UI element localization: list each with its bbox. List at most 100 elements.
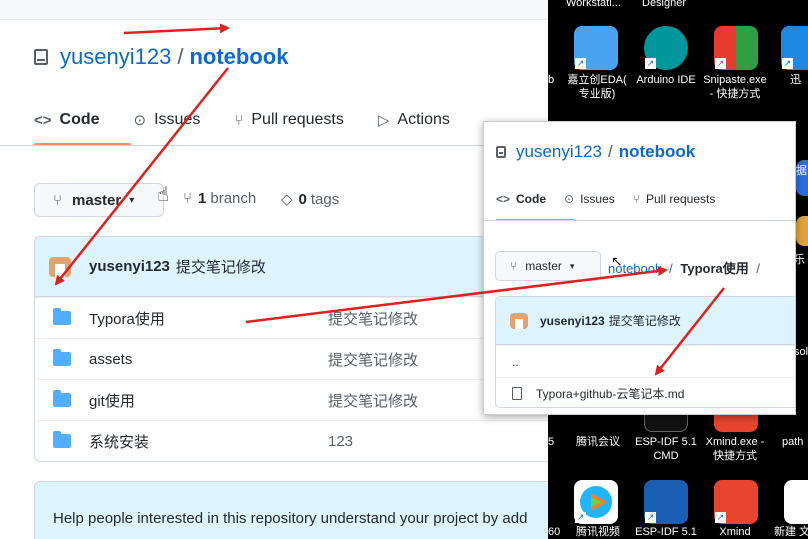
issues-icon: ⊙ — [564, 192, 575, 206]
code-icon: <> — [34, 111, 52, 129]
file-commit-message[interactable]: 提交笔记修改 — [328, 349, 418, 370]
repo-name-link[interactable]: notebook — [189, 44, 288, 70]
tab-issues-label: Issues — [154, 111, 201, 128]
repo-owner-link[interactable]: yusenyi123 — [60, 44, 171, 70]
tab-code[interactable]: <> Code — [34, 111, 100, 129]
tab-code-label: Code — [516, 192, 547, 206]
tab-actions-label: Actions — [397, 111, 450, 128]
tab-code[interactable]: <> Code — [496, 192, 546, 206]
desktop-label: Designer — [642, 0, 687, 9]
xmind-icon[interactable]: ↗ — [714, 480, 758, 524]
hand-cursor-icon: ☝ — [157, 184, 170, 206]
inset-repo-title: yusenyi123 / notebook — [496, 142, 695, 162]
branch-select-button[interactable]: ⑂ master ▾ — [495, 251, 601, 281]
latest-commit-bar: yusenyi123 提交笔记修改 — [35, 237, 560, 297]
desktop-icon-label: 腾讯视频 — [576, 526, 620, 538]
tags-link[interactable]: ◇ 0 tags — [281, 190, 340, 209]
repo-title-separator: / — [608, 142, 613, 161]
desktop-label: Workstati... — [566, 0, 621, 9]
tab-pull-requests[interactable]: ⑂ Pull requests — [234, 111, 344, 129]
inset-file-browser: yusenyi123 提交笔记修改 .. Typora+github-云笔记本.… — [495, 296, 795, 408]
branches-link[interactable]: ⑂ 1 branch — [183, 190, 256, 207]
snipaste-icon[interactable]: ↗ — [714, 26, 758, 70]
latest-commit-bar: yusenyi123 提交笔记修改 — [496, 297, 795, 345]
arduino-ide-icon[interactable]: ↗ — [644, 26, 688, 70]
tab-actions[interactable]: ▷ Actions — [378, 111, 450, 129]
file-icon — [512, 387, 522, 400]
tab-issues[interactable]: ⊙ Issues — [564, 192, 615, 206]
file-name[interactable]: 系统安装 — [89, 431, 328, 452]
breadcrumb: notebook / Typora使用 / — [608, 258, 764, 277]
jlc-eda-icon[interactable]: ↗ — [574, 26, 618, 70]
repo-icon — [34, 49, 48, 65]
commit-author[interactable]: yusenyi123 — [89, 258, 170, 275]
desktop-label-fragment: sol — [794, 346, 808, 358]
branch-icon: ⑂ — [183, 190, 193, 207]
tab-issues[interactable]: ⊙ Issues — [134, 111, 201, 129]
github-repo-page: yusenyi123 / notebook <> Code ⊙ Issues ⑂… — [0, 0, 560, 539]
file-browser: yusenyi123 提交笔记修改 Typora使用 提交笔记修改 assets… — [34, 236, 560, 462]
folder-icon — [53, 349, 71, 366]
readme-prompt-text: Help people interested in this repositor… — [53, 510, 528, 527]
repo-icon — [496, 146, 506, 158]
inset-repo-window: yusenyi123 / notebook <> Code ⊙ Issues ⑂… — [483, 121, 796, 415]
desktop-label-fragment: 乐 — [794, 254, 805, 266]
commit-message[interactable]: 提交笔记修改 — [176, 256, 266, 277]
esp-idf-icon[interactable]: ↗ — [644, 480, 688, 524]
parent-directory-row[interactable]: .. — [496, 345, 795, 377]
tencent-video-icon[interactable]: ↗ — [574, 480, 618, 524]
avatar[interactable] — [510, 312, 528, 329]
browser-top-strip — [0, 0, 560, 20]
file-name[interactable]: assets — [89, 351, 328, 368]
branch-icon: ⑂ — [510, 259, 518, 273]
parent-directory-link[interactable]: .. — [512, 355, 519, 369]
file-row[interactable]: Typora+github-云笔记本.md — [496, 377, 795, 407]
file-row[interactable]: git使用 提交笔记修改 — [35, 379, 560, 420]
file-commit-message[interactable]: 123 — [328, 433, 353, 450]
tag-count-label: tags — [310, 190, 340, 208]
commit-author[interactable]: yusenyi123 — [540, 314, 605, 328]
issues-icon: ⊙ — [133, 112, 147, 129]
desktop-icon-label: Xmind.exe - 快捷方式 — [705, 436, 765, 462]
repo-name-link[interactable]: notebook — [619, 142, 696, 162]
branch-select-button[interactable]: ⑂ master ▾ — [34, 183, 164, 217]
desktop-icon-label: ESP-IDF 5.1 — [635, 526, 697, 538]
desktop-icon-label: Xmind — [719, 526, 751, 538]
chevron-down-icon: ▾ — [569, 260, 575, 271]
desktop-icon-label: 迅 — [790, 74, 801, 86]
file-row[interactable]: Typora使用 提交笔记修改 — [35, 297, 560, 338]
play-icon: ▷ — [377, 112, 390, 129]
avatar[interactable] — [49, 256, 71, 277]
repo-title-separator: / — [177, 44, 184, 69]
tabs-divider — [0, 145, 560, 146]
file-row[interactable]: 系统安装 123 — [35, 420, 560, 461]
readme-prompt-box: Help people interested in this repositor… — [34, 481, 560, 539]
desktop-label-fragment: 据 — [796, 165, 807, 177]
branch-name: master — [72, 191, 122, 209]
commit-message[interactable]: 提交笔记修改 — [609, 312, 681, 329]
file-name[interactable]: Typora使用 — [89, 308, 328, 329]
file-name[interactable]: Typora+github-云笔记本.md — [536, 385, 684, 402]
file-name[interactable]: git使用 — [89, 390, 328, 411]
file-commit-message[interactable]: 提交笔记修改 — [328, 390, 418, 411]
desktop-icon-label: path — [782, 436, 804, 448]
branch-icon: ⑂ — [53, 191, 63, 209]
desktop-label-fragment: 5 — [548, 436, 555, 448]
file-row[interactable]: assets 提交笔记修改 — [35, 338, 560, 379]
desktop-icon-label: Snipaste.exe - 快捷方式 — [703, 74, 767, 100]
chevron-down-icon: ▾ — [129, 194, 135, 206]
thunder-icon[interactable]: ↗ — [781, 26, 808, 70]
new-file-icon[interactable] — [784, 480, 808, 524]
file-commit-message[interactable]: 提交笔记修改 — [328, 308, 418, 329]
repo-tabs: <> Code ⊙ Issues ⑂ Pull requests ▷ Actio… — [34, 106, 484, 134]
repo-title: yusenyi123 / notebook — [34, 44, 288, 70]
desktop-icon-label: 嘉立创EDA( 专业版) — [567, 74, 627, 100]
tab-code-label: Code — [59, 111, 100, 128]
code-icon: <> — [496, 192, 511, 206]
desktop-label-fragment: 60 — [548, 526, 561, 538]
folder-icon[interactable] — [796, 216, 808, 246]
tab-pull-requests[interactable]: ⑂ Pull requests — [633, 192, 716, 206]
repo-owner-link[interactable]: yusenyi123 — [516, 142, 602, 162]
desktop-icon-label: 腾讯会议 — [576, 436, 620, 448]
branch-count-label: branch — [210, 190, 257, 207]
